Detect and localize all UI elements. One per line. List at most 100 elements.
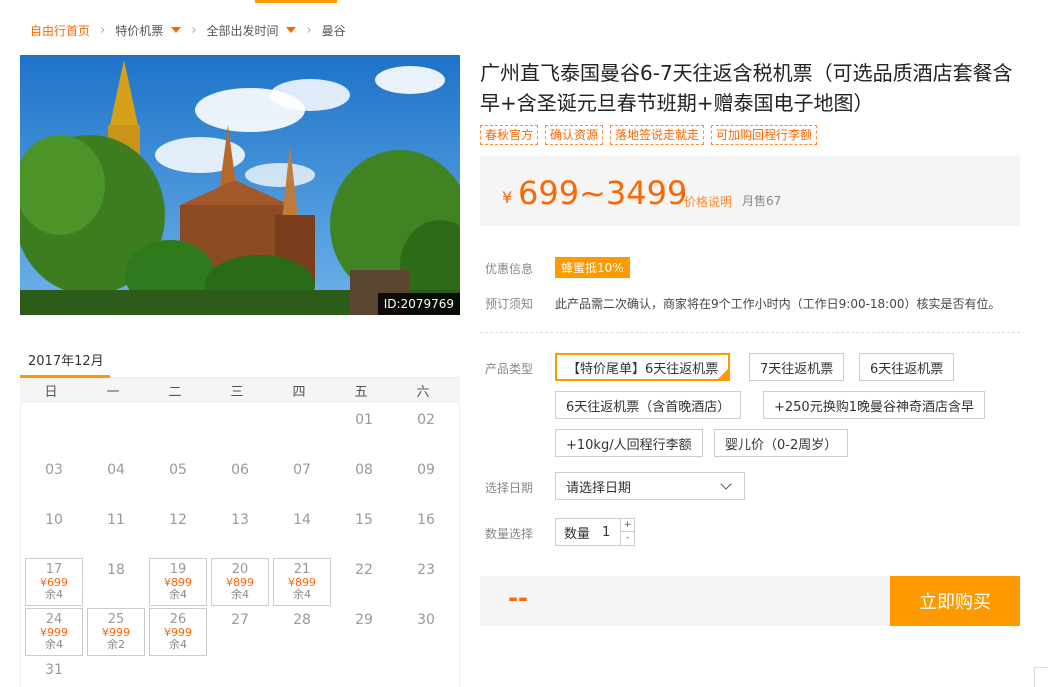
- day-number: 21: [293, 562, 311, 577]
- promo-label: 优惠信息: [485, 262, 534, 276]
- date-select[interactable]: 请选择日期: [555, 472, 745, 500]
- notice-label: 预订须知: [485, 297, 534, 311]
- breadcrumb-home-link[interactable]: 自由行首页: [30, 22, 90, 39]
- date-select-value: 请选择日期: [566, 480, 632, 496]
- product-type-label: 产品类型: [485, 362, 534, 376]
- tag-item: 确认资源: [545, 125, 604, 145]
- day-number: 31: [45, 662, 63, 678]
- calendar-day: 08: [335, 462, 393, 510]
- chevron-right-icon: ›: [306, 22, 312, 38]
- calendar-day-available[interactable]: 17 ¥699 余4: [25, 558, 83, 606]
- option-item[interactable]: 6天往返机票（含首晚酒店）: [555, 391, 742, 419]
- minus-button[interactable]: -: [621, 532, 634, 545]
- day-number: 04: [107, 462, 125, 478]
- day-remaining: 余4: [45, 588, 63, 601]
- caret-down-icon: [171, 27, 182, 33]
- quantity-buttons: + -: [620, 519, 634, 545]
- divider: [480, 332, 1020, 333]
- breadcrumb-flights-label: 特价机票: [115, 23, 164, 38]
- day-number: 24: [45, 612, 63, 627]
- weekday-label: 一: [106, 385, 120, 400]
- breadcrumb-departure-time-dropdown[interactable]: 全部出发时间: [206, 22, 297, 39]
- calendar-day-available[interactable]: 19 ¥899 余4: [149, 558, 207, 606]
- breadcrumb-current: 曼谷: [321, 23, 346, 38]
- day-remaining: 余4: [293, 588, 311, 601]
- price-box: ¥ 699~3499 价格说明 月售67: [480, 156, 1020, 226]
- day-number: 06: [231, 462, 249, 478]
- day-number: 23: [417, 562, 435, 578]
- day-number: 28: [293, 612, 311, 628]
- weekday-label: 六: [416, 385, 430, 400]
- price-explanation-link[interactable]: 价格说明: [684, 193, 732, 210]
- calendar-day: 15: [335, 512, 393, 560]
- chevron-right-icon: ›: [100, 22, 106, 38]
- day-number: 14: [293, 512, 311, 528]
- calendar-day-available[interactable]: 21 ¥899 余4: [273, 558, 331, 606]
- buy-bar: -- 立即购买: [480, 576, 1020, 626]
- calendar-day: 03: [25, 462, 83, 510]
- product-title: 广州直飞泰国曼谷6-7天往返含税机票（可选品质酒店套餐含早+含圣诞元旦春节班期+…: [480, 61, 1013, 115]
- product-photo[interactable]: ID:2079769: [20, 55, 460, 315]
- option-item[interactable]: +250元换购1晚曼谷神奇酒店含早: [763, 391, 985, 419]
- option-item-selected[interactable]: 【特价尾单】6天往返机票: [555, 353, 731, 381]
- day-remaining: 余4: [169, 588, 187, 601]
- date-select-label: 选择日期: [485, 481, 534, 495]
- caret-down-icon: [286, 27, 297, 33]
- day-remaining: 余2: [107, 638, 125, 651]
- calendar-day: 23: [397, 562, 455, 610]
- calendar-day: 04: [87, 462, 145, 510]
- day-number: 15: [355, 512, 373, 528]
- day-number: 09: [417, 462, 435, 478]
- breadcrumb-departure-time-label: 全部出发时间: [206, 23, 279, 38]
- quantity-value[interactable]: 1: [602, 525, 610, 540]
- calendar-day: 12: [149, 512, 207, 560]
- chevron-right-icon: ›: [191, 22, 197, 38]
- calendar-month-tab[interactable]: 2017年12月: [28, 350, 104, 369]
- quantity-text: 数量: [564, 526, 591, 542]
- calendar-day: 10: [25, 512, 83, 560]
- promo-badge: 蜂蜜抵10%: [555, 257, 630, 278]
- calendar-day: 31: [25, 662, 83, 687]
- option-item[interactable]: +10kg/人回程行李额: [555, 429, 703, 457]
- temple-image: [20, 55, 460, 315]
- day-number: 30: [417, 612, 435, 628]
- calendar-day: 29: [335, 612, 393, 660]
- calendar-day: 16: [397, 512, 455, 560]
- weekday-label: 二: [168, 385, 182, 400]
- calendar-day: 30: [397, 612, 455, 660]
- calendar-day-available[interactable]: 25 ¥999 余2: [87, 608, 145, 656]
- quantity-stepper[interactable]: 数量 1 + -: [555, 518, 635, 546]
- buy-now-button[interactable]: 立即购买: [890, 576, 1020, 626]
- option-item[interactable]: 婴儿价（0-2周岁）: [714, 429, 849, 457]
- day-remaining: 余4: [169, 638, 187, 651]
- day-number: 22: [355, 562, 373, 578]
- calendar-day-available[interactable]: 26 ¥999 余4: [149, 608, 207, 656]
- calendar-day: 02: [397, 412, 455, 460]
- calendar-day: 07: [273, 462, 331, 510]
- product-tags: 春秋官方 确认资源 落地签说走就走 可加购回程行李额: [480, 125, 818, 145]
- breadcrumb: 自由行首页 › 特价机票 › 全部出发时间 › 曼谷: [30, 20, 346, 40]
- calendar-day: 18: [87, 562, 145, 610]
- day-number: 27: [231, 612, 249, 628]
- calendar-day: 11: [87, 512, 145, 560]
- calendar-day: 05: [149, 462, 207, 510]
- calendar-day-available[interactable]: 20 ¥899 余4: [211, 558, 269, 606]
- scrollbar-corner: [1034, 667, 1048, 687]
- day-number: 29: [355, 612, 373, 628]
- calendar-day-available[interactable]: 24 ¥999 余4: [25, 608, 83, 656]
- calendar-day: 09: [397, 462, 455, 510]
- total-price: --: [508, 584, 528, 612]
- option-item[interactable]: 7天往返机票: [749, 353, 845, 381]
- weekday-label: 三: [230, 385, 244, 400]
- day-remaining: 余4: [45, 638, 63, 651]
- day-number: 12: [169, 512, 187, 528]
- active-tab-indicator: [255, 0, 337, 3]
- weekday-label: 日: [44, 385, 58, 400]
- calendar-day: 22: [335, 562, 393, 610]
- option-item[interactable]: 6天往返机票: [859, 353, 955, 381]
- plus-button[interactable]: +: [621, 519, 634, 532]
- day-number: 20: [231, 562, 249, 577]
- breadcrumb-flights-dropdown[interactable]: 特价机票: [115, 22, 182, 39]
- day-number: 19: [169, 562, 187, 577]
- day-number: 11: [107, 512, 125, 528]
